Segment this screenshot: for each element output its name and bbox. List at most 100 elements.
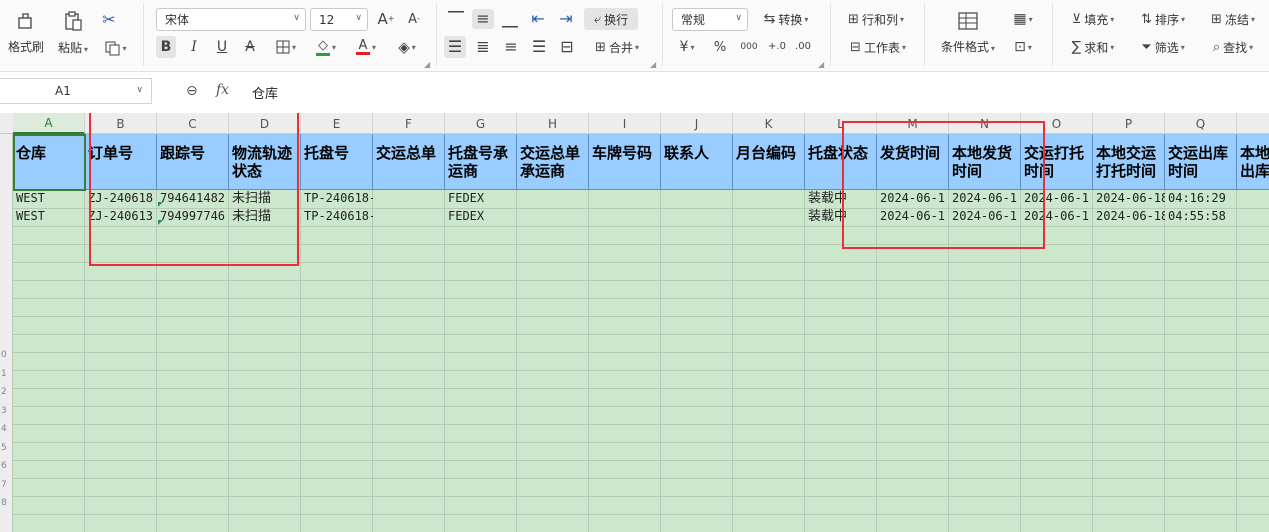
column-header-l[interactable]: L [805,113,877,134]
borders-button[interactable]: ▾ [270,36,302,58]
data-cell[interactable]: 2024-06-18 [1093,208,1165,225]
percent-button[interactable]: % [710,36,730,58]
convert-button[interactable]: ⇆ 转换 ▾ [756,8,816,30]
header-cell[interactable]: 跟踪号 [157,134,229,190]
data-cell[interactable]: 2024-06-1 [1021,208,1093,225]
header-cell[interactable]: 车牌号码 [589,134,661,190]
column-header-p[interactable]: P [1093,113,1165,134]
sort-button[interactable]: ⇅ 排序 ▾ [1132,8,1194,30]
data-cell[interactable]: ZJ-240618 [85,190,157,207]
spreadsheet-grid[interactable]: ABCDEFGHIJKLMNOPQ 012345678 仓库 订单号 跟踪号 物流轨迹… [0,113,1269,532]
increase-decimal-button[interactable]: +.0 [766,36,788,58]
clear-button[interactable]: ◈ ▾ [390,36,424,58]
data-cell[interactable]: FEDEX [445,190,517,207]
data-cell[interactable]: 794641482 [157,190,229,207]
column-header-q[interactable]: Q [1165,113,1237,134]
column-header-b[interactable]: B [85,113,157,134]
number-dialog-launcher-icon[interactable]: ◢ [818,60,824,69]
header-cell[interactable]: 交运出库时间 [1165,134,1237,190]
header-cell[interactable]: 发货时间 [877,134,949,190]
italic-button[interactable]: I [184,36,204,58]
data-cell[interactable] [373,208,445,225]
cell-style-button[interactable]: ▦ ▾ [1006,8,1040,30]
column-header-o[interactable]: O [1021,113,1093,134]
decrease-font-button[interactable]: A- [404,9,424,29]
worksheet-button[interactable]: ⊟ 工作表 ▾ [840,36,916,58]
header-cell[interactable]: 本地交运打托时间 [1093,134,1165,190]
wrap-text-button[interactable]: ⤶ 换行 [584,8,638,30]
column-header-m[interactable]: M [877,113,949,134]
data-cell[interactable]: 未扫描 [229,208,301,225]
data-cell[interactable] [517,190,589,207]
align-center-button[interactable]: ≣ [472,36,494,58]
format-painter-button[interactable]: 格式刷 [4,8,48,58]
align-top-button[interactable]: ⎺ [446,9,466,29]
column-header-j[interactable]: J [661,113,733,134]
data-cell[interactable]: WEST [13,208,85,225]
data-cell[interactable]: WEST [13,190,85,207]
data-cell[interactable] [1237,208,1269,225]
header-cell[interactable]: 托盘状态 [805,134,877,190]
find-button[interactable]: ⌕ 查找 ▾ [1202,36,1264,58]
header-cell[interactable]: 订单号 [85,134,157,190]
align-right-button[interactable]: ≡ [500,36,522,58]
zoom-formula-icon[interactable]: ⊖ [186,83,198,99]
data-cell[interactable]: FEDEX [445,208,517,225]
copy-button[interactable]: ▾ [100,38,132,58]
header-cell[interactable]: 联系人 [661,134,733,190]
data-cell[interactable]: 装载中 [805,190,877,207]
rows-cols-button[interactable]: ⊞ 行和列 ▾ [840,8,912,30]
paste-button[interactable]: 粘贴 ▾ [52,8,94,58]
data-cell[interactable] [733,208,805,225]
column-header-c[interactable]: C [157,113,229,134]
font-dialog-launcher-icon[interactable]: ◢ [424,60,430,69]
decrease-decimal-button[interactable]: .00 [792,36,814,58]
header-cell[interactable]: 物流轨迹状态 [229,134,301,190]
data-cell[interactable] [589,190,661,207]
font-name-select[interactable]: 宋体 ∨ [156,8,306,31]
data-cell[interactable] [373,190,445,207]
font-color-button[interactable]: A ▾ [350,36,382,58]
data-cell[interactable]: TP-240618-0004 [301,190,373,207]
conditional-format-button[interactable]: 条件格式 ▾ [934,8,1002,58]
currency-button[interactable]: ¥ ▾ [672,36,702,58]
data-cell[interactable]: TP-240618-0004 [301,208,373,225]
alignment-dialog-launcher-icon[interactable]: ◢ [650,60,656,69]
align-middle-button[interactable]: ≡ [472,9,494,29]
data-cell[interactable]: 2024-06-18 [1093,190,1165,207]
data-cell[interactable] [661,208,733,225]
column-header-n[interactable]: N [949,113,1021,134]
column-header-g[interactable]: G [445,113,517,134]
data-cell[interactable]: 2024-06-1 [949,190,1021,207]
justify-button[interactable]: ☰ [528,36,550,58]
merge-button[interactable]: ⊞ 合并 ▾ [586,36,648,58]
header-cell[interactable]: 本地发货时间 [949,134,1021,190]
header-cell[interactable]: 托盘号 [301,134,373,190]
header-cell[interactable]: 交运总单承运商 [517,134,589,190]
insert-function-icon[interactable]: fx [216,82,229,98]
header-cell[interactable]: 交运总单 [373,134,445,190]
column-header-e[interactable]: E [301,113,373,134]
bold-button[interactable]: B [156,36,176,58]
column-header-k[interactable]: K [733,113,805,134]
header-cell[interactable]: 本地交运出库时间 [1237,134,1269,190]
data-cell[interactable]: 2024-06-1 [877,208,949,225]
name-box[interactable]: A1 ∨ [0,78,152,104]
formula-input[interactable]: 仓库 [252,83,278,102]
data-cell[interactable] [517,208,589,225]
filter-button[interactable]: ⏷ 筛选 ▾ [1132,36,1194,58]
data-cell[interactable]: 装载中 [805,208,877,225]
sum-button[interactable]: ∑ 求和 ▾ [1062,36,1124,58]
align-bottom-button[interactable]: ⎽ [500,9,520,29]
align-left-button[interactable]: ☰ [444,36,466,58]
header-cell[interactable]: 月台编码 [733,134,805,190]
freeze-button[interactable]: ⊞ 冻结 ▾ [1202,8,1264,30]
cut-button[interactable]: ✂ [98,10,120,30]
column-header-a[interactable]: A [13,113,85,134]
decrease-indent-button[interactable]: ⇤ [528,9,548,29]
increase-font-button[interactable]: A + [376,9,396,29]
data-cell[interactable] [733,190,805,207]
data-cell[interactable]: 794997746 [157,208,229,225]
data-cell[interactable] [661,190,733,207]
table-style-button[interactable]: ⊡ ▾ [1006,36,1040,58]
